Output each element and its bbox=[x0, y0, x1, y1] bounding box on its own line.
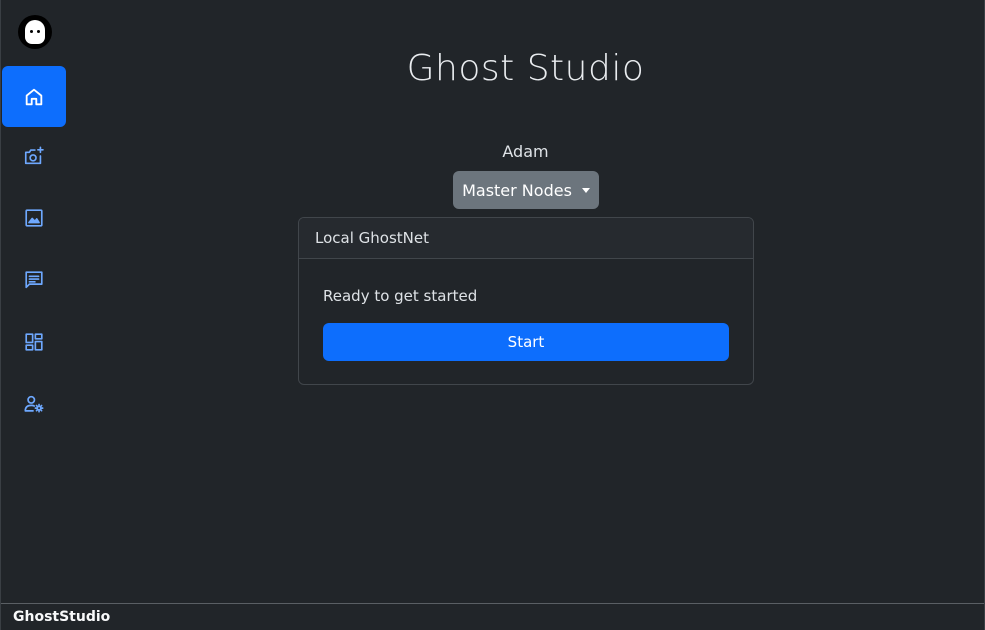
message-icon bbox=[25, 270, 43, 288]
status-bar-label: GhostStudio bbox=[13, 609, 111, 625]
image-icon bbox=[25, 208, 43, 227]
home-icon bbox=[25, 88, 43, 105]
sidebar-item-home[interactable] bbox=[2, 66, 66, 127]
caret-down-icon bbox=[581, 187, 590, 193]
dropdown-label: Master Nodes bbox=[462, 180, 572, 200]
sidebar-item-dashboard[interactable] bbox=[2, 311, 66, 372]
ghost-logo bbox=[18, 15, 52, 49]
card-status-text: Ready to get started bbox=[323, 287, 478, 305]
node-type-dropdown[interactable]: Master Nodes bbox=[453, 171, 599, 209]
status-bar: GhostStudio bbox=[1, 603, 984, 630]
sidebar-item-camera-add[interactable] bbox=[2, 125, 66, 186]
ghostnet-card: Local GhostNet Ready to get started Star… bbox=[298, 217, 754, 385]
dashboard-icon bbox=[25, 332, 43, 351]
page-title: Ghost Studio bbox=[406, 48, 645, 89]
sidebar-item-user-settings[interactable] bbox=[2, 373, 66, 434]
sidebar-item-messages[interactable] bbox=[2, 249, 66, 310]
card-header: Local GhostNet bbox=[299, 218, 753, 259]
user-settings-icon bbox=[24, 395, 44, 413]
username-label: Adam bbox=[502, 142, 549, 161]
app-window: Ghost Studio Adam Master Nodes Local Gho… bbox=[0, 0, 985, 630]
start-button[interactable]: Start bbox=[323, 323, 729, 361]
sidebar bbox=[1, 0, 67, 603]
sidebar-item-gallery[interactable] bbox=[2, 187, 66, 248]
camera-add-icon bbox=[24, 145, 44, 164]
